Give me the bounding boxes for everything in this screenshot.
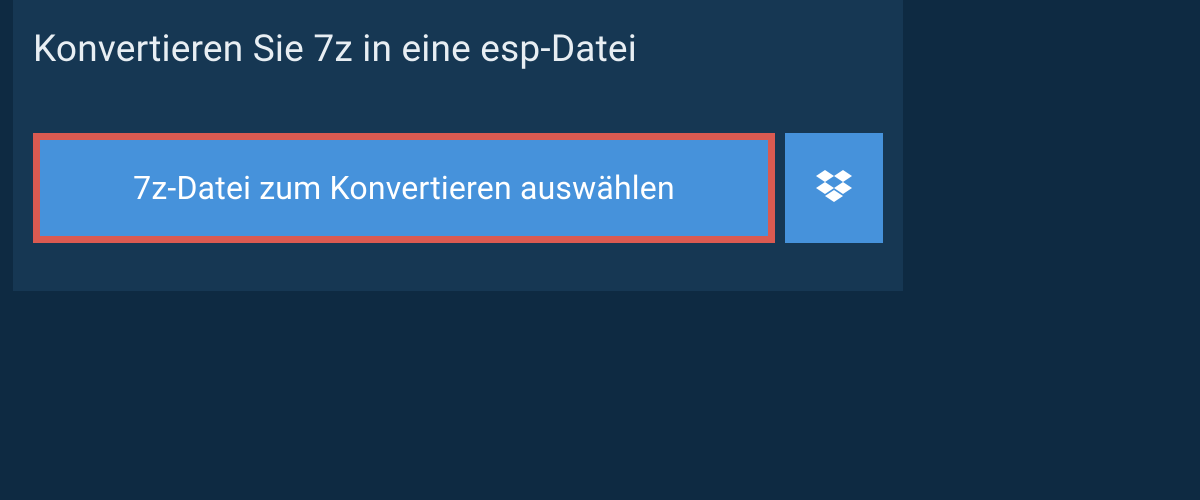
select-file-label: 7z-Datei zum Konvertieren auswählen (133, 169, 675, 207)
action-row: 7z-Datei zum Konvertieren auswählen (13, 95, 903, 243)
converter-panel: Konvertieren Sie 7z in eine esp-Datei 7z… (13, 0, 903, 291)
dropbox-button[interactable] (785, 133, 883, 243)
dropbox-icon (816, 170, 852, 206)
title-container: Konvertieren Sie 7z in eine esp-Datei (13, 0, 667, 95)
page-title: Konvertieren Sie 7z in eine esp-Datei (33, 28, 637, 71)
select-file-button[interactable]: 7z-Datei zum Konvertieren auswählen (33, 133, 775, 243)
